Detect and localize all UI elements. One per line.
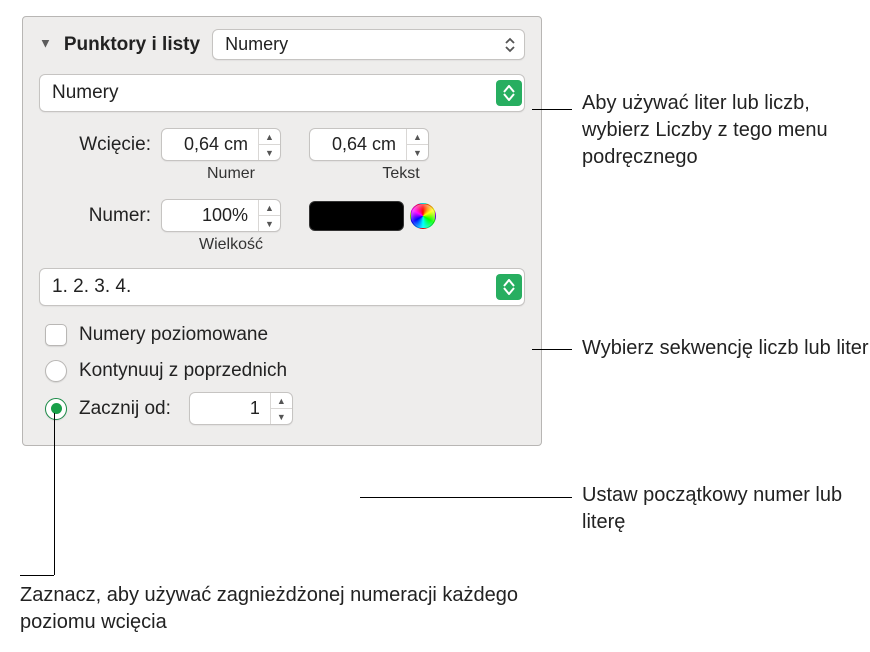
updown-icon [496,274,522,300]
step-up-icon[interactable]: ▲ [259,200,280,216]
step-down-icon[interactable]: ▼ [271,409,292,424]
bullets-and-lists-panel: ▲ Punktory i listy Numery Numery [22,16,542,446]
list-style-menu-value: Numery [225,34,288,55]
start-from-radio[interactable] [45,398,67,420]
number-type-menu[interactable]: Numery [39,74,525,112]
step-down-icon[interactable]: ▼ [259,216,280,231]
number-size-label: Numer: [39,205,161,227]
step-up-icon[interactable]: ▲ [407,129,428,145]
callout-start-from: Ustaw początkowy numer lub literę [582,482,870,536]
step-down-icon[interactable]: ▼ [259,145,280,160]
start-from-value[interactable]: 1 [190,393,270,424]
callout-sequence-menu: Wybierz sekwencję liczb lub liter [582,335,869,362]
indent-number-caption: Numer [161,165,301,183]
callout-type-menu: Aby używać liter lub liczb, wybierz Licz… [582,90,870,171]
section-title: Punktory i listy [64,34,200,56]
indent-text-caption: Tekst [331,165,471,183]
callout-tiered-checkbox: Zaznacz, aby używać zagnieżdżonej numera… [20,582,520,636]
indent-text-stepper[interactable]: 0,64 cm ▲ ▼ [309,128,429,161]
continue-radio-label: Kontynuuj z poprzednich [79,360,287,382]
indent-label: Wcięcie: [39,134,161,156]
number-size-value[interactable]: 100% [162,200,258,231]
step-up-icon[interactable]: ▲ [271,393,292,409]
tiered-numbers-checkbox[interactable] [45,324,67,346]
color-picker-icon[interactable] [410,203,436,229]
indent-text-value[interactable]: 0,64 cm [310,129,406,160]
sequence-menu[interactable]: 1. 2. 3. 4. [39,268,525,306]
list-style-menu[interactable]: Numery [212,29,525,60]
step-up-icon[interactable]: ▲ [259,129,280,145]
number-size-caption: Wielkość [161,236,301,254]
chevrons-icon [504,36,516,54]
tiered-numbers-label: Numery poziomowane [79,324,268,346]
start-from-radio-label: Zacznij od: [79,398,171,420]
continue-radio[interactable] [45,360,67,382]
updown-icon [496,80,522,106]
indent-number-stepper[interactable]: 0,64 cm ▲ ▼ [161,128,281,161]
number-color-swatch[interactable] [309,201,404,231]
number-type-menu-value: Numery [52,82,119,104]
start-from-stepper[interactable]: 1 ▲ ▼ [189,392,293,425]
sequence-menu-value: 1. 2. 3. 4. [52,276,131,298]
step-down-icon[interactable]: ▼ [407,145,428,160]
disclosure-triangle-icon[interactable]: ▲ [39,37,52,52]
number-size-stepper[interactable]: 100% ▲ ▼ [161,199,281,232]
indent-number-value[interactable]: 0,64 cm [162,129,258,160]
